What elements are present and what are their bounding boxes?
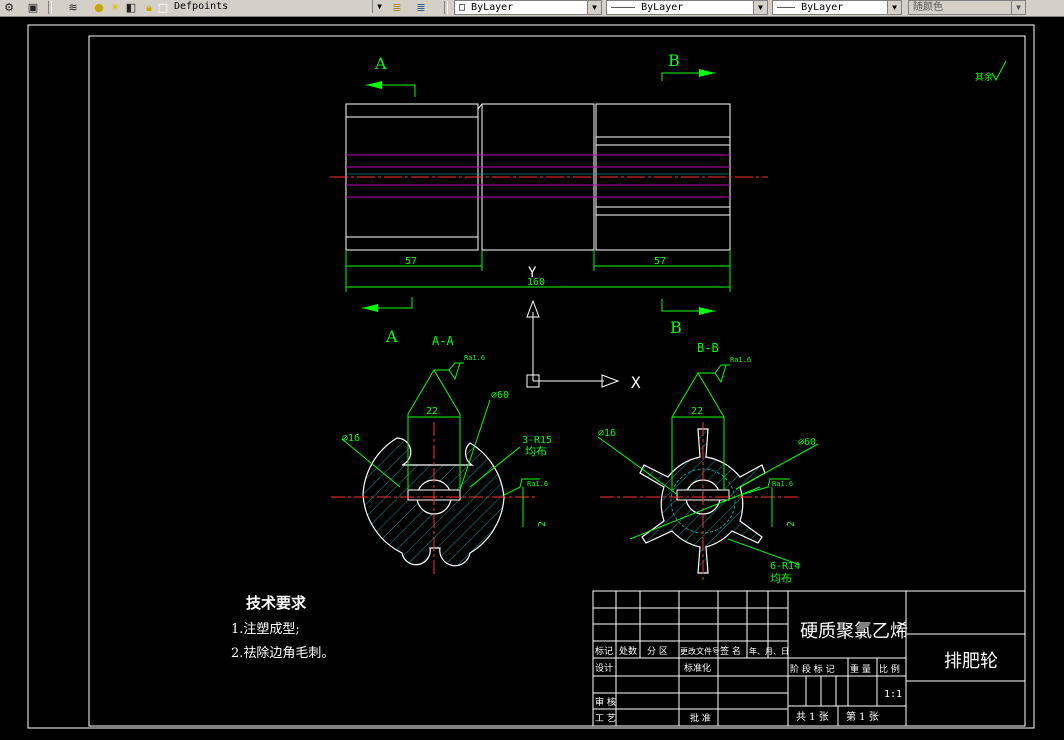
ucs-x-label: X	[631, 373, 641, 392]
dim-right-text: 57	[654, 256, 666, 267]
header-docno: 更改文件号	[680, 646, 720, 656]
layer-on-bulb-icon[interactable]: ●	[92, 1, 106, 15]
layer-match-icon[interactable]: ≣	[414, 1, 428, 15]
color-value: ByLayer	[471, 2, 514, 13]
chevron-down-icon[interactable]: ▼	[1011, 1, 1025, 14]
review-label: 审 核	[595, 696, 616, 708]
toolbar-separator	[444, 1, 448, 14]
layer-color-swatch-icon: □	[157, 1, 169, 14]
section-bb-roughness-text: Ra1.6	[730, 356, 751, 364]
leader-line	[597, 436, 679, 496]
layer-name: Defpoints	[174, 1, 229, 12]
roughness-symbol-icon	[448, 362, 461, 381]
section-bb-radius-note: 6-R14	[770, 561, 800, 572]
lineweight-sample-icon: ———	[777, 2, 802, 13]
header-date: 年、月、日	[749, 646, 789, 656]
approve-label: 批 准	[690, 712, 711, 724]
chevron-down-icon[interactable]: ▼	[753, 1, 767, 14]
sheet-number-text: 第 1 张	[846, 710, 879, 723]
default-roughness-symbol: 其余	[975, 60, 1007, 83]
layer-manager-icon[interactable]: ≋	[66, 1, 80, 15]
section-aa-view[interactable]: A-A Ra1.6 22 ⌀60 ⌀16 3-R15 均布 Ra1.6 2	[331, 334, 552, 577]
section-a-label-bottom: A	[385, 327, 398, 346]
linetype-sample-icon: ————	[611, 2, 642, 13]
linetype-dropdown[interactable]: ———— ByLayer ▼	[606, 0, 768, 15]
section-aa-title: A-A	[432, 334, 454, 348]
part-name-text: 排肥轮	[944, 651, 998, 672]
section-aa-width-text: 22	[426, 406, 438, 417]
section-markers: A B A B	[362, 51, 715, 346]
weight-label: 重 量	[850, 663, 871, 675]
chevron-down-icon[interactable]: ▼	[587, 1, 601, 14]
ucs-x-arrow-icon	[601, 374, 620, 388]
section-bb-radius-note2: 均布	[770, 572, 792, 585]
tech-req-item: 2.祛除边角毛刺。	[231, 645, 334, 661]
section-bb-width-text: 22	[691, 406, 703, 417]
section-bb-dia-inner: ⌀16	[598, 428, 616, 439]
roughness-symbol-icon	[991, 60, 1007, 82]
section-aa-roughness-text: Ra1.6	[464, 354, 485, 362]
section-b-label-top: B	[668, 51, 680, 70]
scale-label: 比 例	[879, 663, 900, 675]
process-label: 工 艺	[595, 713, 616, 724]
material-text: 硬质聚氯乙烯	[800, 621, 908, 642]
arrow-head-icon	[362, 304, 378, 312]
section-bb-depth-text: 2	[786, 521, 797, 527]
header-sign: 签 名	[720, 645, 741, 657]
layer-lock-icon[interactable]: 🔒︎	[142, 1, 156, 15]
front-view[interactable]	[330, 103, 768, 251]
arrow-head-icon	[366, 81, 382, 89]
color-dropdown[interactable]: □ ByLayer ▼	[454, 0, 602, 15]
section-bb-roughness2-text: Ra1.6	[772, 480, 793, 488]
header-zone: 分 区	[647, 646, 668, 657]
toolbar-separator	[48, 1, 52, 14]
section-aa-dia-inner: ⌀16	[342, 433, 360, 444]
layer-dropdown[interactable]: Defpoints ▼	[170, 0, 386, 15]
header-count: 处数	[619, 645, 637, 657]
color-swatch-icon: □	[459, 2, 472, 13]
linetype-value: ByLayer	[641, 2, 684, 13]
dim-left-text: 57	[405, 256, 417, 267]
drawing-canvas[interactable]: 57 57 160 A B A B 其余 X Y A-A Ra1.6 22 ⌀6…	[0, 17, 1064, 740]
plotstyle-value: 随颜色	[913, 2, 943, 13]
chamfer-line	[477, 103, 483, 110]
chevron-down-icon[interactable]: ▼	[372, 0, 386, 13]
section-aa-depth-text: 2	[537, 521, 548, 527]
lineweight-value: ByLayer	[801, 2, 844, 13]
tech-req-title: 技术要求	[246, 594, 307, 612]
arrow-head-icon	[699, 307, 715, 315]
layer-freeze-sun-icon[interactable]: ☀	[108, 1, 122, 15]
design-label: 设计	[595, 662, 613, 674]
standardize-label: 标准化	[684, 662, 711, 674]
properties-toolbar: ⚙ ▣ ≋ ● ☀ ◧ 🔒︎ □ Defpoints ▼ ≣ ≣ □ ByLay…	[0, 0, 1064, 17]
tech-req-item: 1.注塑成型;	[231, 622, 300, 637]
section-bb-dia-outer: ⌀60	[798, 437, 816, 448]
total-sheets-text: 共 1 张	[796, 711, 829, 723]
section-aa-roughness2-text: Ra1.6	[527, 480, 548, 488]
layer-viewport-freeze-icon[interactable]: ◧	[124, 1, 138, 15]
roughness-symbol-icon	[714, 364, 727, 384]
stage-mark-label: 阶 段 标 记	[790, 663, 835, 675]
layer-previous-icon[interactable]: ≣	[390, 1, 404, 15]
header-mark: 标记	[595, 645, 613, 657]
section-bb-title: B-B	[697, 341, 719, 355]
chevron-down-icon[interactable]: ▼	[887, 1, 901, 14]
arrow-head-icon	[699, 69, 715, 77]
section-b-label-bottom: B	[670, 318, 682, 337]
plotstyle-dropdown[interactable]: 随颜色 ▼	[908, 0, 1026, 15]
make-current-layer-icon[interactable]: ▣	[26, 1, 40, 15]
section-a-label-top: A	[374, 54, 387, 73]
section-aa-dia-outer: ⌀60	[491, 390, 509, 401]
roughness-corner-text: 其余	[975, 71, 993, 83]
ucs-icon	[526, 299, 620, 388]
scale-value: 1:1	[884, 689, 902, 700]
lineweight-dropdown[interactable]: ——— ByLayer ▼	[772, 0, 902, 15]
ucs-y-label: Y	[528, 265, 537, 281]
layer-states-icon[interactable]: ⚙	[2, 1, 16, 15]
technical-requirements: 技术要求 1.注塑成型; 2.祛除边角毛刺。	[231, 594, 334, 661]
section-aa-radius-note2: 均布	[525, 445, 547, 458]
